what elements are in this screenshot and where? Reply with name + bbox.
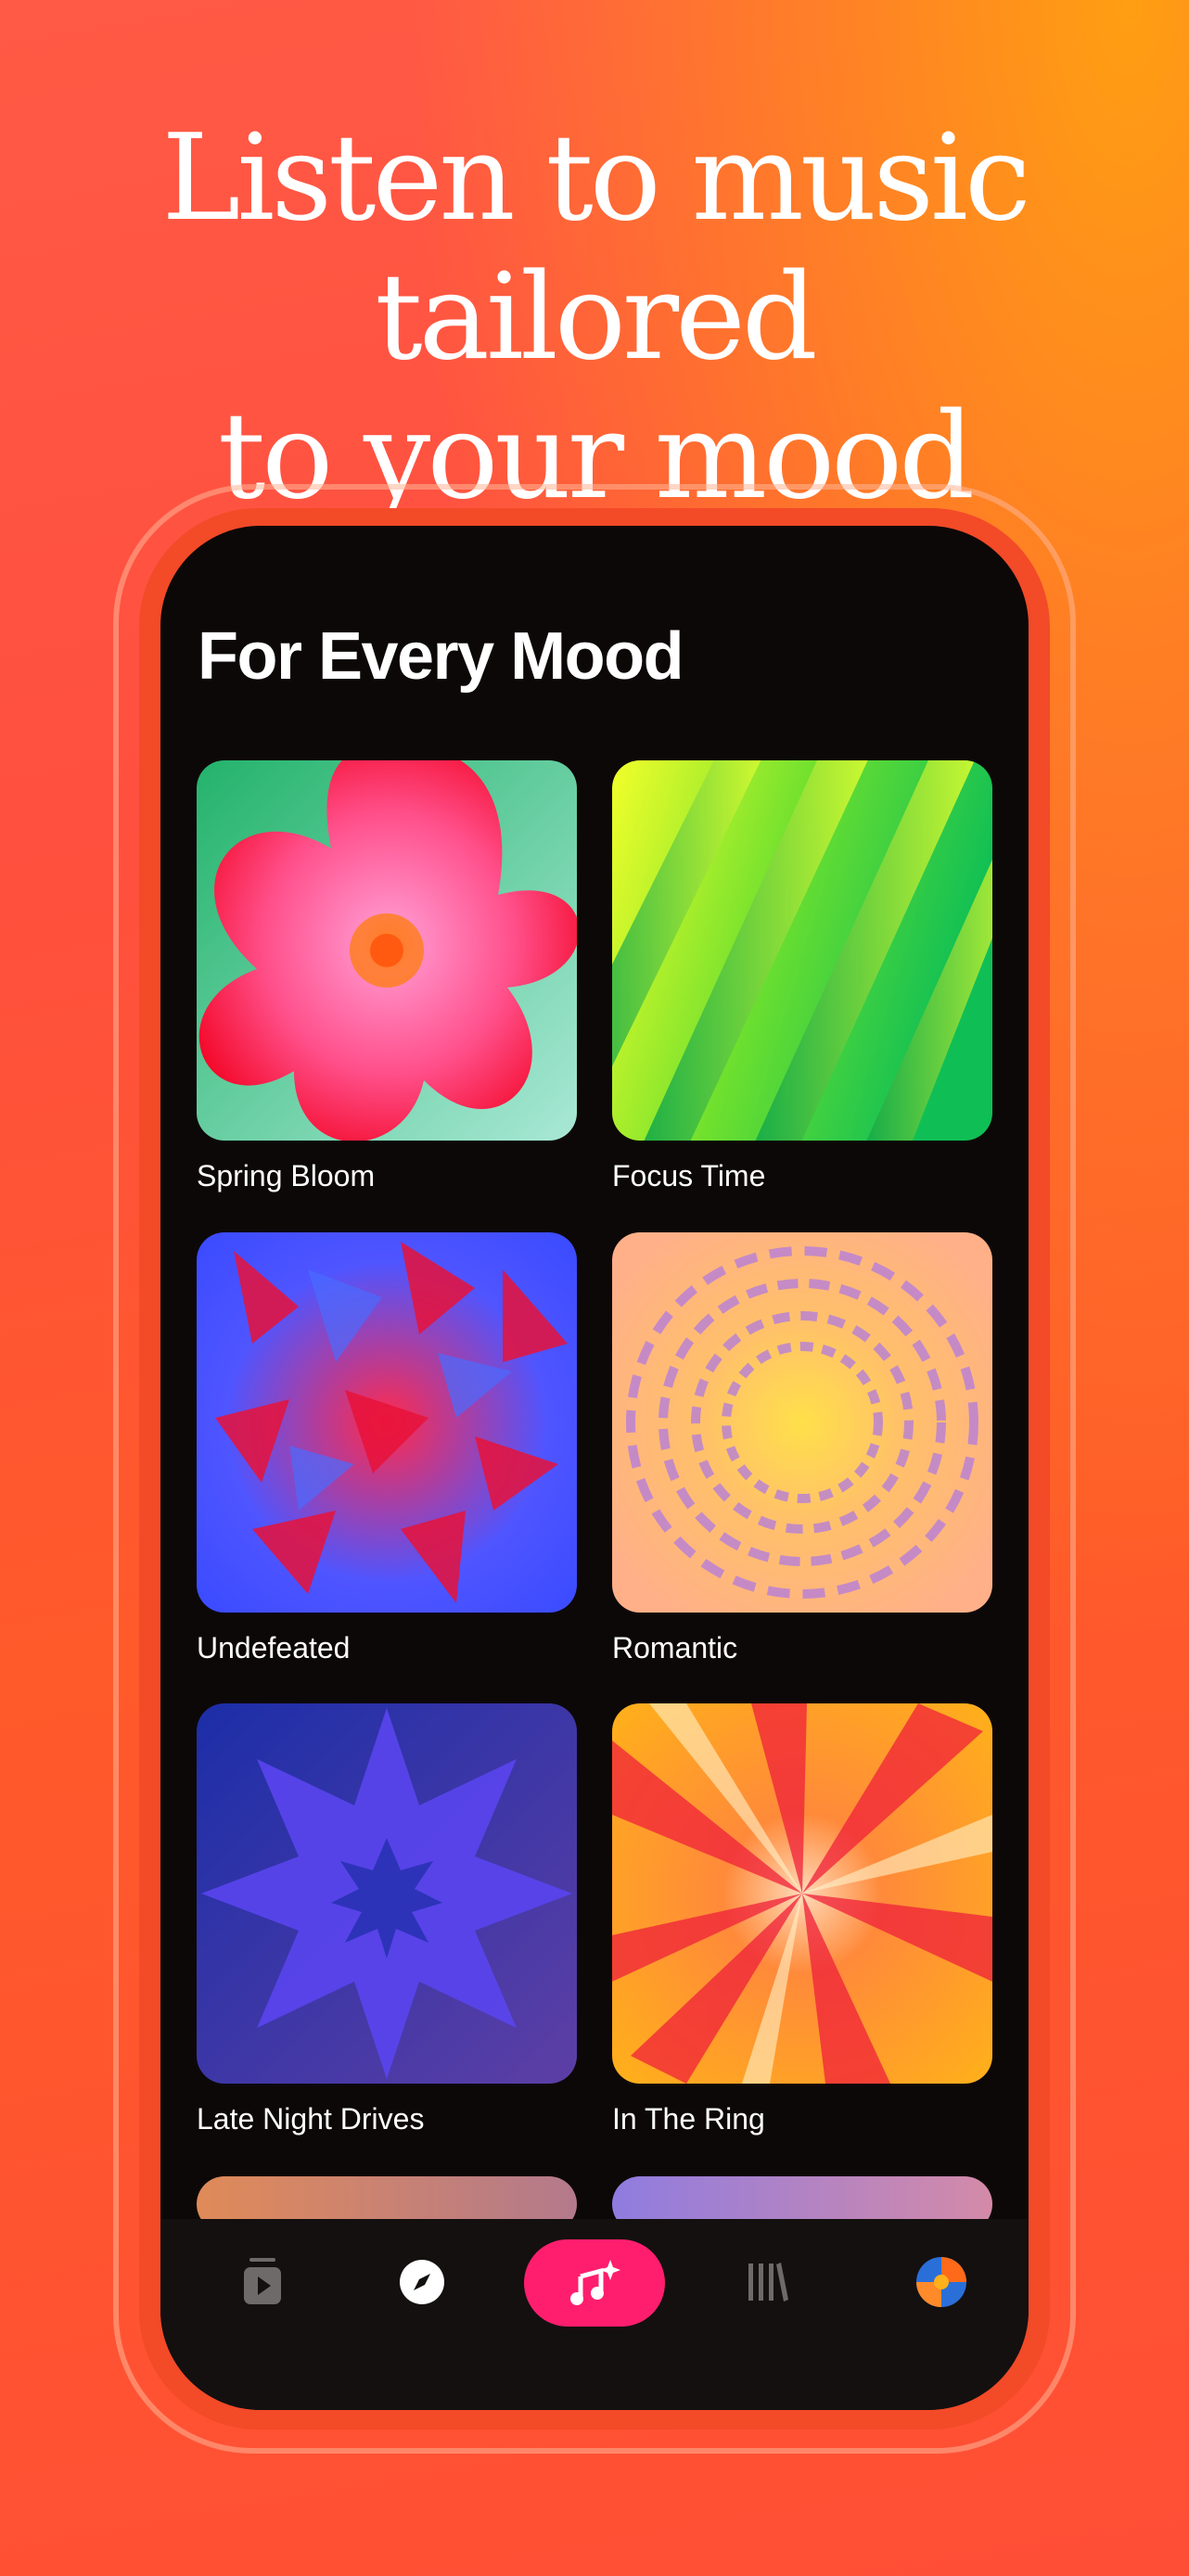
ai-music-icon: [570, 2260, 620, 2305]
compass-icon: [400, 2260, 444, 2304]
headline-line-1: Listen to music tailored: [161, 109, 1030, 387]
mood-artwork-romantic: [612, 1232, 992, 1613]
mood-card-undefeated[interactable]: Undefeated: [197, 1232, 577, 1665]
mood-title: In The Ring: [612, 2102, 765, 2136]
mood-card-late-night-drives[interactable]: Late Night Drives: [197, 1703, 577, 2136]
tab-explore[interactable]: [376, 2219, 468, 2345]
phone-screen: For Every Mood Spring Bloom Focus Time U…: [160, 526, 1029, 2410]
headline: Listen to music tailored to your mood: [0, 109, 1189, 527]
mood-card-in-the-ring[interactable]: In The Ring: [612, 1703, 992, 2136]
mood-title: Focus Time: [612, 1159, 766, 1192]
mood-artwork-late-night-drives: [197, 1703, 577, 2084]
tab-ai-music[interactable]: [524, 2239, 665, 2327]
tab-bar: [160, 2219, 1029, 2410]
tab-profile[interactable]: [895, 2219, 988, 2345]
mood-artwork-in-the-ring: [612, 1703, 992, 2084]
mood-card-spring-bloom[interactable]: Spring Bloom: [197, 760, 577, 1193]
mood-artwork-spring-bloom: [197, 760, 577, 1141]
mood-title: Spring Bloom: [197, 1159, 376, 1192]
mood-card-focus-time[interactable]: Focus Time: [612, 760, 992, 1193]
mood-artwork-focus-time: [612, 760, 992, 1141]
section-title: For Every Mood: [198, 619, 684, 694]
mood-card-romantic[interactable]: Romantic: [612, 1232, 992, 1665]
mood-artwork-undefeated: [197, 1232, 577, 1613]
tab-now-playing[interactable]: [216, 2219, 309, 2345]
mood-title: Undefeated: [197, 1631, 351, 1664]
tab-library[interactable]: [722, 2219, 814, 2345]
profile-avatar-icon: [916, 2257, 966, 2307]
library-icon: [748, 2263, 788, 2302]
now-playing-icon: [244, 2258, 281, 2304]
mood-title: Romantic: [612, 1631, 738, 1664]
mood-title: Late Night Drives: [197, 2102, 425, 2136]
